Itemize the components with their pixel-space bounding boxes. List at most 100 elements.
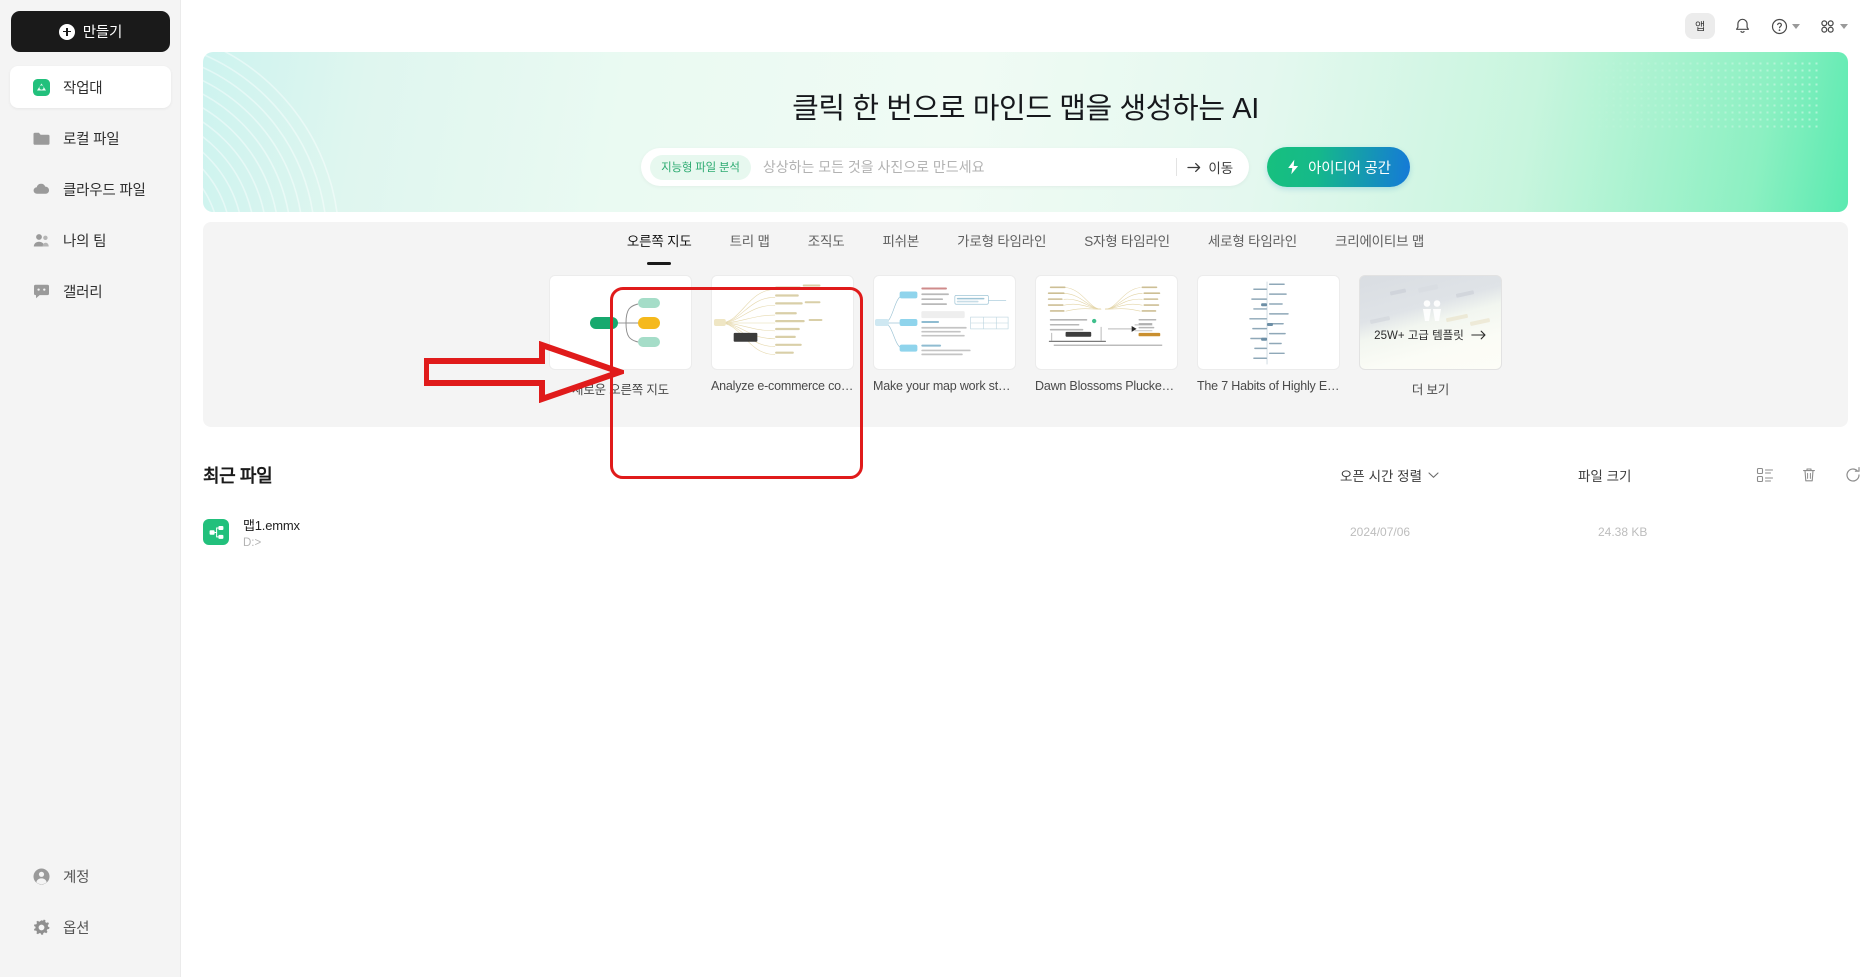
sort-dropdown[interactable]: 오픈 시간 정렬 — [1340, 465, 1439, 485]
tab-creative-map[interactable]: 크리에이티브 맵 — [1335, 230, 1424, 263]
grid-apps-icon[interactable] — [1818, 17, 1848, 36]
app-badge-label: 앱 — [1694, 21, 1706, 33]
account-icon — [32, 867, 51, 886]
template-card-new-right-map[interactable]: 새로운 오른쪽 지도 — [549, 275, 692, 398]
sidebar-item-label: 계정 — [63, 869, 90, 886]
template-card-more[interactable]: 25W+ 고급 템플릿 더 보기 — [1359, 275, 1502, 398]
tab-s-timeline[interactable]: S자형 타임라인 — [1084, 230, 1170, 263]
premium-preview-decoration — [1369, 284, 1491, 326]
page-title: 최근 파일 — [203, 466, 273, 486]
template-thumbnail — [873, 275, 1016, 370]
template-thumbnail — [711, 275, 854, 370]
recent-files-section: 최근 파일 오픈 시간 정렬 파일 크기 맵1.emmx D:> 2024/07… — [203, 455, 1860, 555]
trash-icon[interactable] — [1800, 466, 1818, 484]
tab-org-chart[interactable]: 조직도 — [808, 230, 845, 263]
search-box: 지능형 파일 분석 이동 — [641, 148, 1250, 186]
idea-space-button[interactable]: 아이디어 공간 — [1267, 147, 1410, 187]
sidebar-item-label: 나의 팀 — [63, 233, 107, 250]
sidebar-item-gallery[interactable]: 갤러리 — [10, 270, 171, 312]
file-date: 2024/07/06 — [1350, 525, 1411, 539]
butterfly-map-preview-icon — [1047, 286, 1163, 346]
banner-search-row: 지능형 파일 분석 이동 — [203, 147, 1848, 187]
plus-icon — [58, 23, 75, 40]
template-caption: 더 보기 — [1411, 383, 1450, 397]
template-card-analyze-ecommerce[interactable]: Analyze e-commerce cop... — [711, 275, 854, 398]
recent-files-header: 최근 파일 오픈 시간 정렬 파일 크기 — [203, 455, 1860, 495]
mindmap-preview-icon — [589, 297, 660, 347]
sidebar-item-local-files[interactable]: 로컬 파일 — [10, 117, 171, 159]
sidebar-item-label: 로컬 파일 — [63, 131, 120, 148]
file-path: D:> — [243, 537, 262, 549]
table-row[interactable]: 맵1.emmx D:> 2024/07/06 24.38 KB — [203, 509, 1848, 555]
template-thumbnail-more: 25W+ 고급 템플릿 — [1359, 275, 1502, 370]
sidebar-item-options[interactable]: 옵션 — [10, 906, 171, 948]
sidebar-item-label: 작업대 — [63, 80, 103, 97]
tab-fishbone[interactable]: 피쉬본 — [882, 230, 919, 263]
template-thumbnail — [1035, 275, 1178, 370]
file-meta: 맵1.emmx D:> — [243, 515, 300, 549]
arrow-right-icon — [1471, 330, 1486, 340]
sidebar-item-label: 옵션 — [63, 920, 90, 937]
sidebar-item-workbench[interactable]: 작업대 — [10, 66, 171, 108]
sidebar-item-account[interactable]: 계정 — [10, 855, 171, 897]
banner-wrapper: 클릭 한 번으로 마인드 맵을 생성하는 AI 지능형 파일 분석 이동 — [181, 52, 1870, 212]
main-content: 앱 클릭 한 번으로 마인드 맵을 생성하는 AI 지능형 파일 분석 상상하는… — [181, 0, 1870, 977]
chevron-down-icon — [1840, 23, 1848, 29]
list-view-icon[interactable] — [1756, 466, 1774, 484]
tab-vertical-timeline[interactable]: 세로형 타임라인 — [1208, 230, 1297, 263]
template-caption: The 7 Habits of Highly Eff... — [1197, 379, 1340, 393]
refresh-icon[interactable] — [1844, 466, 1862, 484]
template-card-make-your-map[interactable]: Make your map work stan... — [873, 275, 1016, 398]
sidebar-item-cloud-files[interactable]: 클라우드 파일 — [10, 168, 171, 210]
gear-icon — [32, 918, 51, 937]
sidebar-nav: 작업대 로컬 파일 클라우드 파일 나의 팀 갤러리 — [0, 66, 181, 321]
topbar: 앱 — [181, 0, 1870, 52]
divider — [1176, 158, 1178, 176]
chevron-down-icon — [1428, 471, 1439, 478]
create-button-label: 만들기 — [82, 25, 123, 41]
tab-horizontal-timeline[interactable]: 가로형 타임라인 — [957, 230, 1046, 263]
sidebar-item-label: 갤러리 — [63, 284, 103, 301]
template-cards: 새로운 오른쪽 지도 Analyze e-commerce cop... Mak… — [203, 275, 1848, 398]
tree-map-preview-icon — [874, 287, 1009, 356]
folder-icon — [32, 129, 51, 148]
template-tabs: 오른쪽 지도 트리 맵 조직도 피쉬본 가로형 타임라인 S자형 타임라인 세로… — [203, 230, 1848, 263]
ai-file-analysis-badge[interactable]: 지능형 파일 분석 — [650, 154, 751, 180]
idea-space-label: 아이디어 공간 — [1308, 160, 1391, 177]
template-strip: 오른쪽 지도 트리 맵 조직도 피쉬본 가로형 타임라인 S자형 타임라인 세로… — [203, 222, 1848, 427]
template-card-dawn-blossoms[interactable]: Dawn Blossoms Plucked a... — [1035, 275, 1178, 398]
sort-dropdown-label: 오픈 시간 정렬 — [1340, 469, 1423, 484]
hero-banner: 클릭 한 번으로 마인드 맵을 생성하는 AI 지능형 파일 분석 이동 — [203, 52, 1848, 212]
template-caption: Make your map work stan... — [873, 379, 1016, 393]
sidebar-bottom-nav: 계정 옵션 — [0, 855, 181, 957]
app-badge-icon[interactable]: 앱 — [1685, 13, 1715, 39]
file-size: 24.38 KB — [1598, 525, 1648, 539]
template-thumbnail — [549, 275, 692, 370]
bell-icon[interactable] — [1733, 17, 1752, 36]
sidebar: 만들기 작업대 로컬 파일 클라우드 파일 나의 팀 갤러리 계정 옵션 — [0, 0, 181, 977]
vertical-map-preview-icon — [1249, 281, 1289, 365]
go-button-label: 이동 — [1208, 161, 1234, 176]
premium-template-label: 25W+ 고급 템플릿 — [1360, 327, 1501, 343]
template-card-seven-habits[interactable]: The 7 Habits of Highly Eff... — [1197, 275, 1340, 398]
sidebar-item-my-team[interactable]: 나의 팀 — [10, 219, 171, 261]
arrow-right-icon — [1187, 162, 1201, 172]
tab-tree-map[interactable]: 트리 맵 — [730, 230, 770, 263]
gallery-icon — [32, 282, 51, 301]
template-caption: Analyze e-commerce cop... — [711, 379, 854, 393]
file-size-column-header: 파일 크기 — [1578, 469, 1632, 484]
recent-files-toolbar — [1756, 466, 1862, 484]
app-root: 만들기 작업대 로컬 파일 클라우드 파일 나의 팀 갤러리 계정 옵션 앱 클… — [0, 0, 1870, 977]
workbench-icon — [32, 78, 51, 97]
template-caption: 새로운 오른쪽 지도 — [572, 383, 669, 397]
mindmap-file-icon — [203, 519, 229, 545]
tab-right-map[interactable]: 오른쪽 지도 — [627, 230, 692, 263]
radial-map-preview-icon — [713, 284, 823, 355]
chevron-down-icon — [1792, 23, 1800, 29]
help-icon[interactable] — [1770, 17, 1800, 36]
go-button[interactable]: 이동 — [1187, 157, 1243, 177]
arc-pattern-decoration — [203, 52, 338, 212]
create-button[interactable]: 만들기 — [11, 11, 170, 52]
search-input[interactable] — [750, 159, 1167, 175]
sidebar-item-label: 클라우드 파일 — [63, 182, 146, 199]
